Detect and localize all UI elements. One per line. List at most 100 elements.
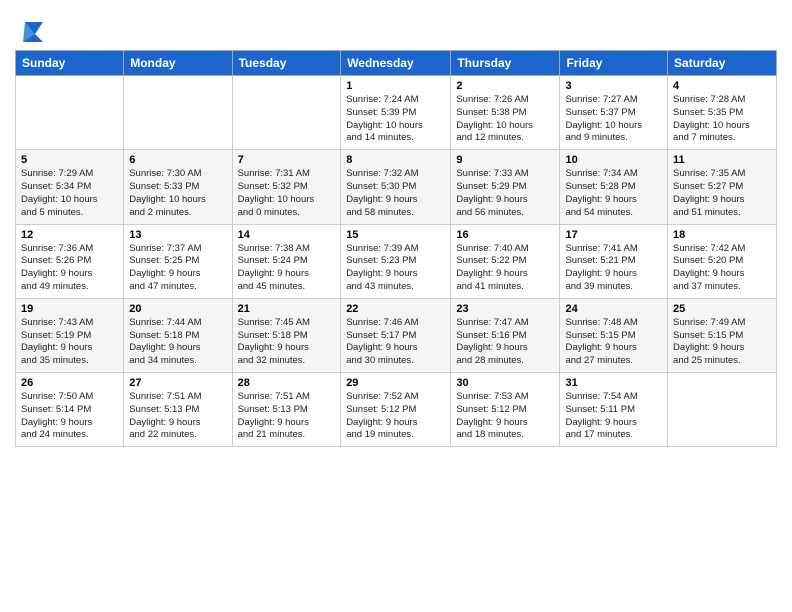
calendar-cell: 16 Sunrise: 7:40 AM Sunset: 5:22 PM Dayli… (451, 224, 560, 298)
calendar-cell: 8 Sunrise: 7:32 AM Sunset: 5:30 PM Daylig… (341, 150, 451, 224)
day-info: Sunrise: 7:46 AM Sunset: 5:17 PM Dayligh… (346, 317, 445, 368)
day-info: Sunrise: 7:45 AM Sunset: 5:18 PM Dayligh… (238, 317, 336, 368)
header (15, 10, 777, 46)
day-info: Sunrise: 7:53 AM Sunset: 5:12 PM Dayligh… (456, 391, 554, 442)
page-container: SundayMondayTuesdayWednesdayThursdayFrid… (0, 0, 792, 457)
calendar-cell: 20 Sunrise: 7:44 AM Sunset: 5:18 PM Dayli… (124, 298, 232, 372)
calendar-cell: 15 Sunrise: 7:39 AM Sunset: 5:23 PM Dayli… (341, 224, 451, 298)
calendar-cell: 28 Sunrise: 7:51 AM Sunset: 5:13 PM Dayli… (232, 373, 341, 447)
calendar-cell: 14 Sunrise: 7:38 AM Sunset: 5:24 PM Dayli… (232, 224, 341, 298)
calendar-cell: 4 Sunrise: 7:28 AM Sunset: 5:35 PM Daylig… (668, 76, 777, 150)
day-info: Sunrise: 7:24 AM Sunset: 5:39 PM Dayligh… (346, 94, 445, 145)
calendar-cell: 23 Sunrise: 7:47 AM Sunset: 5:16 PM Dayli… (451, 298, 560, 372)
day-number: 4 (673, 80, 771, 92)
day-info: Sunrise: 7:26 AM Sunset: 5:38 PM Dayligh… (456, 94, 554, 145)
day-number: 23 (456, 303, 554, 315)
calendar-header-sunday: Sunday (16, 51, 124, 76)
day-info: Sunrise: 7:38 AM Sunset: 5:24 PM Dayligh… (238, 243, 336, 294)
day-number: 16 (456, 229, 554, 241)
calendar-cell: 27 Sunrise: 7:51 AM Sunset: 5:13 PM Dayli… (124, 373, 232, 447)
calendar-header-thursday: Thursday (451, 51, 560, 76)
day-number: 6 (129, 154, 226, 166)
calendar-cell: 30 Sunrise: 7:53 AM Sunset: 5:12 PM Dayli… (451, 373, 560, 447)
day-info: Sunrise: 7:44 AM Sunset: 5:18 PM Dayligh… (129, 317, 226, 368)
calendar-table: SundayMondayTuesdayWednesdayThursdayFrid… (15, 50, 777, 447)
day-number: 8 (346, 154, 445, 166)
calendar-week-row: 5Sunrise: 7:29 AM Sunset: 5:34 PM Daylig… (16, 150, 777, 224)
day-info: Sunrise: 7:54 AM Sunset: 5:11 PM Dayligh… (565, 391, 662, 442)
day-number: 3 (565, 80, 662, 92)
calendar-header-friday: Friday (560, 51, 668, 76)
calendar-cell: 6 Sunrise: 7:30 AM Sunset: 5:33 PM Daylig… (124, 150, 232, 224)
day-info: Sunrise: 7:52 AM Sunset: 5:12 PM Dayligh… (346, 391, 445, 442)
calendar-cell: 2 Sunrise: 7:26 AM Sunset: 5:38 PM Daylig… (451, 76, 560, 150)
calendar-cell: 9 Sunrise: 7:33 AM Sunset: 5:29 PM Daylig… (451, 150, 560, 224)
day-info: Sunrise: 7:34 AM Sunset: 5:28 PM Dayligh… (565, 168, 662, 219)
day-number: 21 (238, 303, 336, 315)
day-number: 24 (565, 303, 662, 315)
day-number: 15 (346, 229, 445, 241)
day-info: Sunrise: 7:33 AM Sunset: 5:29 PM Dayligh… (456, 168, 554, 219)
day-info: Sunrise: 7:43 AM Sunset: 5:19 PM Dayligh… (21, 317, 118, 368)
calendar-cell (232, 76, 341, 150)
calendar-week-row: 12 Sunrise: 7:36 AM Sunset: 5:26 PM Dayli… (16, 224, 777, 298)
day-number: 1 (346, 80, 445, 92)
day-number: 26 (21, 377, 118, 389)
calendar-header-row: SundayMondayTuesdayWednesdayThursdayFrid… (16, 51, 777, 76)
calendar-cell: 31 Sunrise: 7:54 AM Sunset: 5:11 PM Dayli… (560, 373, 668, 447)
day-number: 5 (21, 154, 118, 166)
calendar-cell: 26 Sunrise: 7:50 AM Sunset: 5:14 PM Dayli… (16, 373, 124, 447)
day-info: Sunrise: 7:47 AM Sunset: 5:16 PM Dayligh… (456, 317, 554, 368)
calendar-cell: 3 Sunrise: 7:27 AM Sunset: 5:37 PM Daylig… (560, 76, 668, 150)
day-info: Sunrise: 7:32 AM Sunset: 5:30 PM Dayligh… (346, 168, 445, 219)
day-number: 30 (456, 377, 554, 389)
day-number: 2 (456, 80, 554, 92)
calendar-header-monday: Monday (124, 51, 232, 76)
logo-icon (15, 14, 47, 46)
calendar-cell: 1 Sunrise: 7:24 AM Sunset: 5:39 PM Daylig… (341, 76, 451, 150)
day-number: 14 (238, 229, 336, 241)
day-info: Sunrise: 7:40 AM Sunset: 5:22 PM Dayligh… (456, 243, 554, 294)
day-number: 12 (21, 229, 118, 241)
calendar-cell (124, 76, 232, 150)
calendar-cell: 17Sunrise: 7:41 AM Sunset: 5:21 PM Dayli… (560, 224, 668, 298)
day-number: 27 (129, 377, 226, 389)
calendar-cell: 11Sunrise: 7:35 AM Sunset: 5:27 PM Dayli… (668, 150, 777, 224)
day-number: 28 (238, 377, 336, 389)
day-number: 9 (456, 154, 554, 166)
calendar-header-saturday: Saturday (668, 51, 777, 76)
day-number: 20 (129, 303, 226, 315)
calendar-cell: 21 Sunrise: 7:45 AM Sunset: 5:18 PM Dayli… (232, 298, 341, 372)
calendar-cell: 19Sunrise: 7:43 AM Sunset: 5:19 PM Dayli… (16, 298, 124, 372)
logo (15, 14, 47, 46)
calendar-header-tuesday: Tuesday (232, 51, 341, 76)
day-info: Sunrise: 7:31 AM Sunset: 5:32 PM Dayligh… (238, 168, 336, 219)
day-info: Sunrise: 7:49 AM Sunset: 5:15 PM Dayligh… (673, 317, 771, 368)
day-number: 13 (129, 229, 226, 241)
day-info: Sunrise: 7:35 AM Sunset: 5:27 PM Dayligh… (673, 168, 771, 219)
calendar-header-wednesday: Wednesday (341, 51, 451, 76)
day-info: Sunrise: 7:39 AM Sunset: 5:23 PM Dayligh… (346, 243, 445, 294)
day-number: 18 (673, 229, 771, 241)
calendar-week-row: 19Sunrise: 7:43 AM Sunset: 5:19 PM Dayli… (16, 298, 777, 372)
calendar-week-row: 1 Sunrise: 7:24 AM Sunset: 5:39 PM Daylig… (16, 76, 777, 150)
calendar-cell: 5Sunrise: 7:29 AM Sunset: 5:34 PM Daylig… (16, 150, 124, 224)
day-info: Sunrise: 7:42 AM Sunset: 5:20 PM Dayligh… (673, 243, 771, 294)
calendar-cell: 7Sunrise: 7:31 AM Sunset: 5:32 PM Daylig… (232, 150, 341, 224)
calendar-cell: 10 Sunrise: 7:34 AM Sunset: 5:28 PM Dayli… (560, 150, 668, 224)
calendar-cell: 29 Sunrise: 7:52 AM Sunset: 5:12 PM Dayli… (341, 373, 451, 447)
day-info: Sunrise: 7:27 AM Sunset: 5:37 PM Dayligh… (565, 94, 662, 145)
day-number: 29 (346, 377, 445, 389)
day-info: Sunrise: 7:30 AM Sunset: 5:33 PM Dayligh… (129, 168, 226, 219)
day-info: Sunrise: 7:51 AM Sunset: 5:13 PM Dayligh… (238, 391, 336, 442)
day-number: 31 (565, 377, 662, 389)
calendar-week-row: 26 Sunrise: 7:50 AM Sunset: 5:14 PM Dayli… (16, 373, 777, 447)
day-info: Sunrise: 7:51 AM Sunset: 5:13 PM Dayligh… (129, 391, 226, 442)
calendar-cell: 25Sunrise: 7:49 AM Sunset: 5:15 PM Dayli… (668, 298, 777, 372)
day-info: Sunrise: 7:48 AM Sunset: 5:15 PM Dayligh… (565, 317, 662, 368)
calendar-cell: 12 Sunrise: 7:36 AM Sunset: 5:26 PM Dayli… (16, 224, 124, 298)
day-number: 10 (565, 154, 662, 166)
day-info: Sunrise: 7:50 AM Sunset: 5:14 PM Dayligh… (21, 391, 118, 442)
day-info: Sunrise: 7:28 AM Sunset: 5:35 PM Dayligh… (673, 94, 771, 145)
day-info: Sunrise: 7:36 AM Sunset: 5:26 PM Dayligh… (21, 243, 118, 294)
